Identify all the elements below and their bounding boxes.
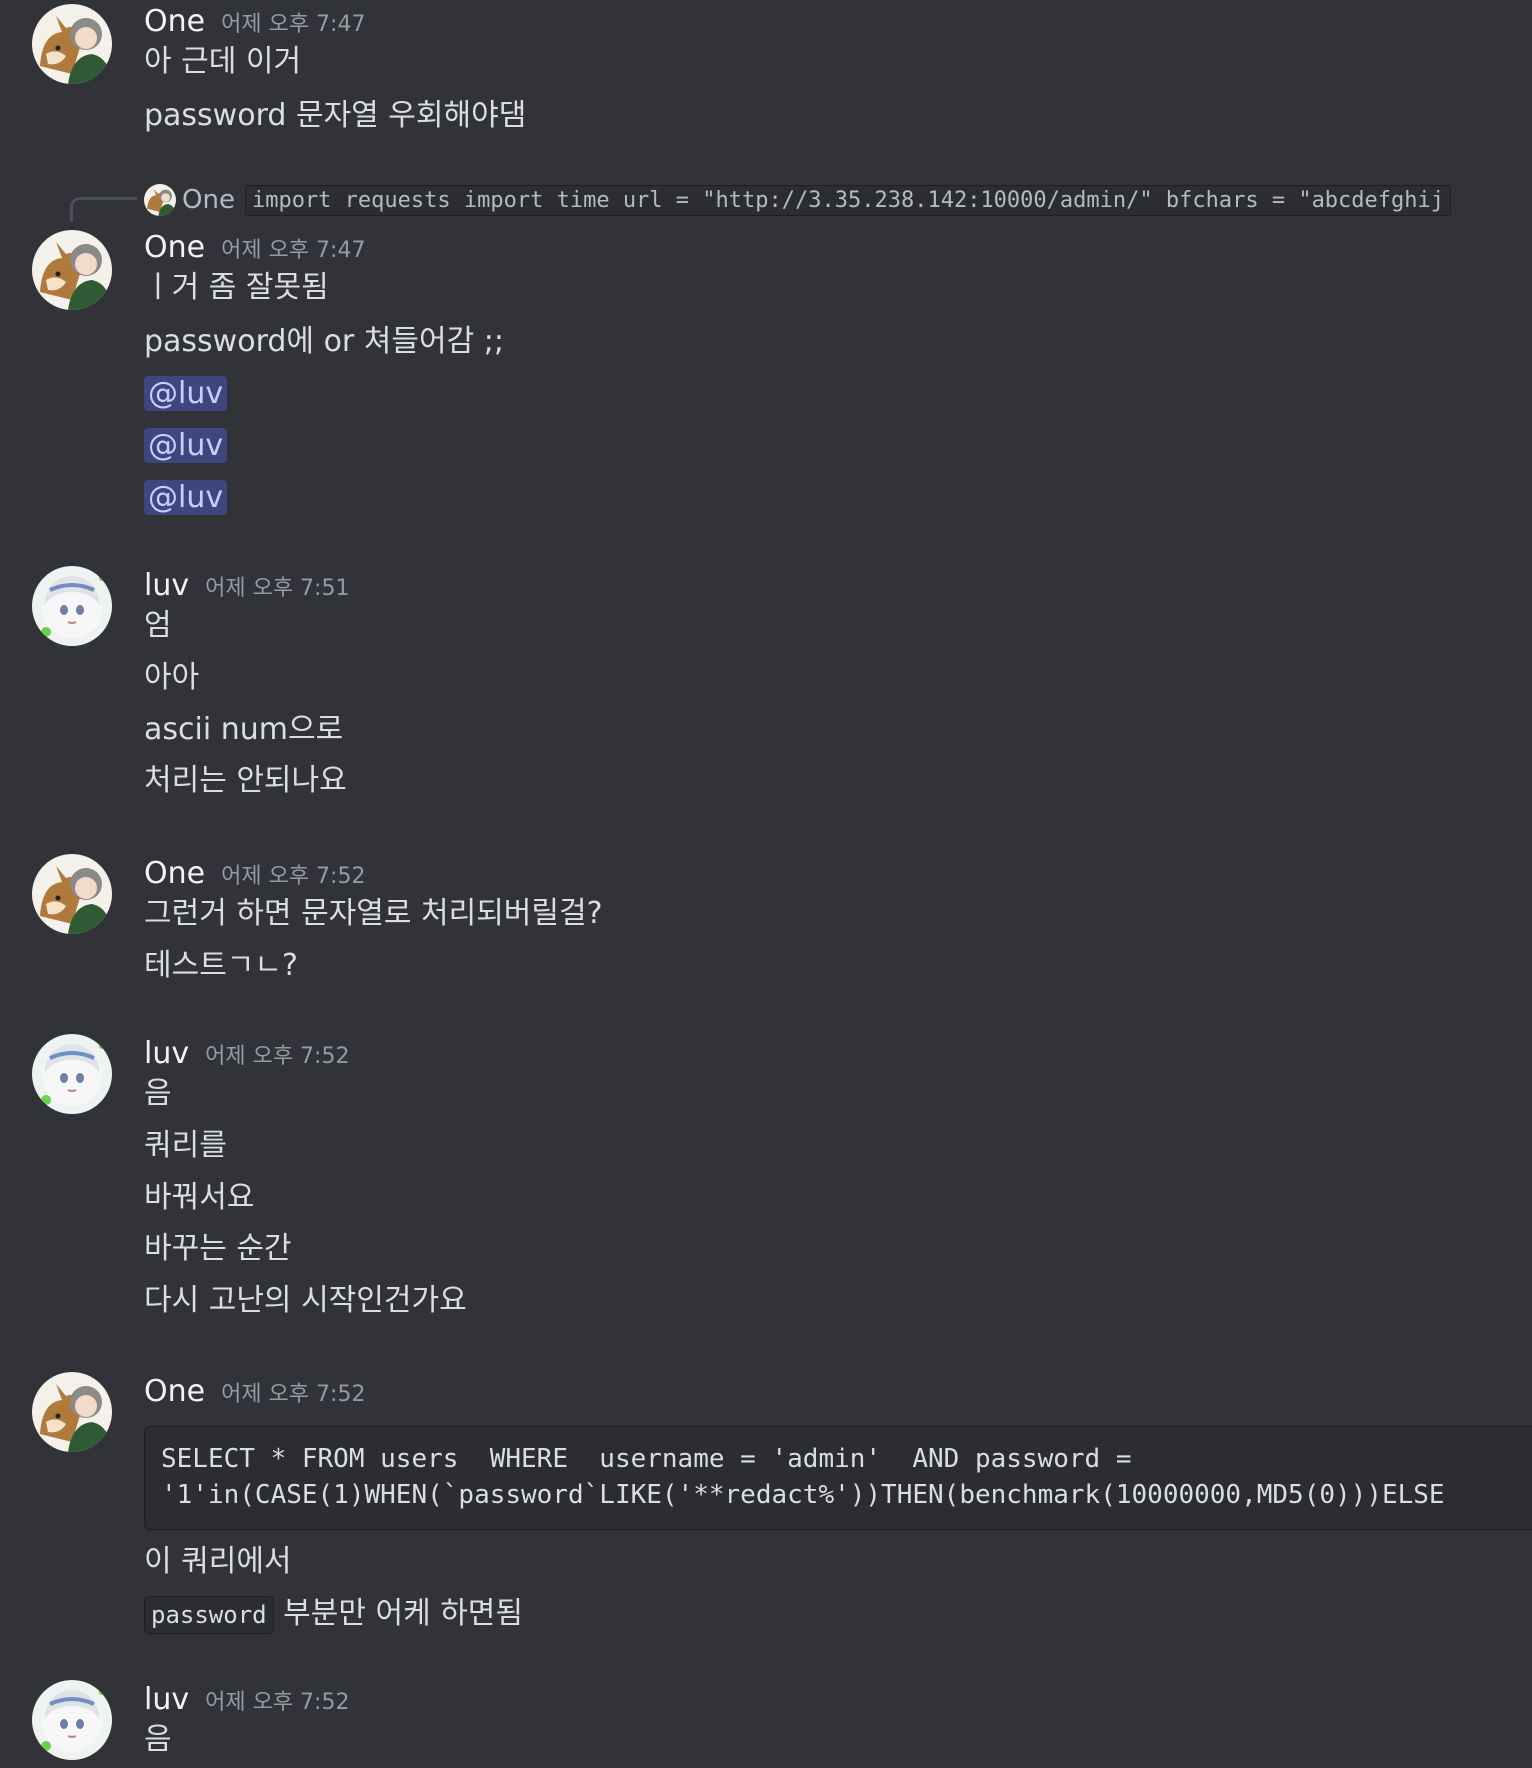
one-avatar-icon	[32, 4, 112, 84]
mention-line: @luv	[144, 478, 228, 518]
one-avatar-icon	[144, 184, 176, 216]
one-avatar-icon	[32, 230, 112, 310]
message-text: 쿼리를	[144, 1128, 227, 1163]
timestamp: 어제 오후 7:47	[221, 12, 366, 37]
username[interactable]: luv	[144, 1682, 189, 1717]
message-text: 이 쿼리에서	[144, 1544, 292, 1579]
code-block[interactable]: SELECT * FROM users WHERE username = 'ad…	[144, 1426, 1532, 1530]
message-text: 음	[144, 1722, 172, 1757]
message-group: One 어제 오후 7:47 ㅣ거 좀 잘못됨 password에 or 쳐들어…	[0, 226, 1532, 526]
message-text: 부분만 어케 하면됨	[273, 1596, 524, 1631]
message-text: password에 or 쳐들어감 ;;	[144, 324, 504, 359]
reply-preview[interactable]: import requests import time url = "http:…	[244, 184, 1452, 216]
user-mention[interactable]: @luv	[144, 376, 228, 411]
message-text: 음	[144, 1076, 172, 1111]
luv-avatar-icon	[32, 1034, 112, 1114]
user-avatar-luv[interactable]	[32, 1034, 112, 1114]
user-avatar-one[interactable]	[32, 4, 112, 84]
reply-avatar	[144, 184, 176, 216]
inline-code: password	[144, 1596, 274, 1634]
timestamp: 어제 오후 7:47	[221, 238, 366, 263]
message-group: One 어제 오후 7:47 아 근데 이거 password 문자열 우회해야…	[0, 0, 1532, 140]
username[interactable]: One	[144, 230, 205, 265]
mention-line: @luv	[144, 374, 228, 414]
one-avatar-icon	[32, 854, 112, 934]
message-text-with-code: password 부분만 어케 하면됨	[144, 1594, 523, 1635]
user-mention[interactable]: @luv	[144, 428, 228, 463]
user-mention[interactable]: @luv	[144, 480, 228, 515]
mention-line: @luv	[144, 426, 228, 466]
message-text: 엄	[144, 608, 172, 643]
timestamp: 어제 오후 7:52	[221, 864, 366, 889]
message-text: ㅣ거 좀 잘못됨	[144, 270, 329, 305]
username[interactable]: One	[144, 4, 205, 39]
timestamp: 어제 오후 7:52	[205, 1044, 350, 1069]
timestamp: 어제 오후 7:52	[221, 1382, 366, 1407]
reply-reference[interactable]: One import requests import time url = "h…	[144, 180, 1532, 220]
message-group: luv 어제 오후 7:51 엄 아아 ascii num으로 처리는 안되나요	[0, 564, 1532, 814]
message-text: 바꾸는 순간	[144, 1231, 292, 1266]
user-avatar-luv[interactable]	[32, 1680, 112, 1760]
message-group: One 어제 오후 7:52 그런거 하면 문자열로 처리되버릴걸? 테스트ㄱㄴ…	[0, 852, 1532, 1002]
message-text: 처리는 안되나요	[144, 763, 347, 798]
message-group: One 어제 오후 7:52 SELECT * FROM users WHERE…	[0, 1370, 1532, 1640]
message-group: luv 어제 오후 7:52 음	[0, 1678, 1532, 1768]
reply-spine	[70, 197, 137, 222]
message-text: password 문자열 우회해야댐	[144, 98, 527, 133]
username[interactable]: One	[144, 856, 205, 891]
username[interactable]: One	[144, 1374, 205, 1409]
luv-avatar-icon	[32, 1680, 112, 1760]
timestamp: 어제 오후 7:52	[205, 1690, 350, 1715]
message-text: 아아	[144, 660, 200, 695]
message-text: 다시 고난의 시작인건가요	[144, 1283, 467, 1318]
one-avatar-icon	[32, 1372, 112, 1452]
message-text: ascii num으로	[144, 712, 344, 747]
username[interactable]: luv	[144, 568, 189, 603]
username[interactable]: luv	[144, 1036, 189, 1071]
user-avatar-one[interactable]	[32, 854, 112, 934]
timestamp: 어제 오후 7:51	[205, 576, 350, 601]
user-avatar-luv[interactable]	[32, 566, 112, 646]
message-text: 그런거 하면 문자열로 처리되버릴걸?	[144, 896, 603, 931]
luv-avatar-icon	[32, 566, 112, 646]
message-group: luv 어제 오후 7:52 음 쿼리를 바꿔서요 바꾸는 순간 다시 고난의 …	[0, 1032, 1532, 1332]
user-avatar-one[interactable]	[32, 1372, 112, 1452]
message-text: 바꿔서요	[144, 1180, 255, 1215]
message-text: 아 근데 이거	[144, 44, 302, 79]
reply-author[interactable]: One	[182, 185, 235, 215]
user-avatar-one[interactable]	[32, 230, 112, 310]
message-text: 테스트ㄱㄴ?	[144, 948, 298, 983]
